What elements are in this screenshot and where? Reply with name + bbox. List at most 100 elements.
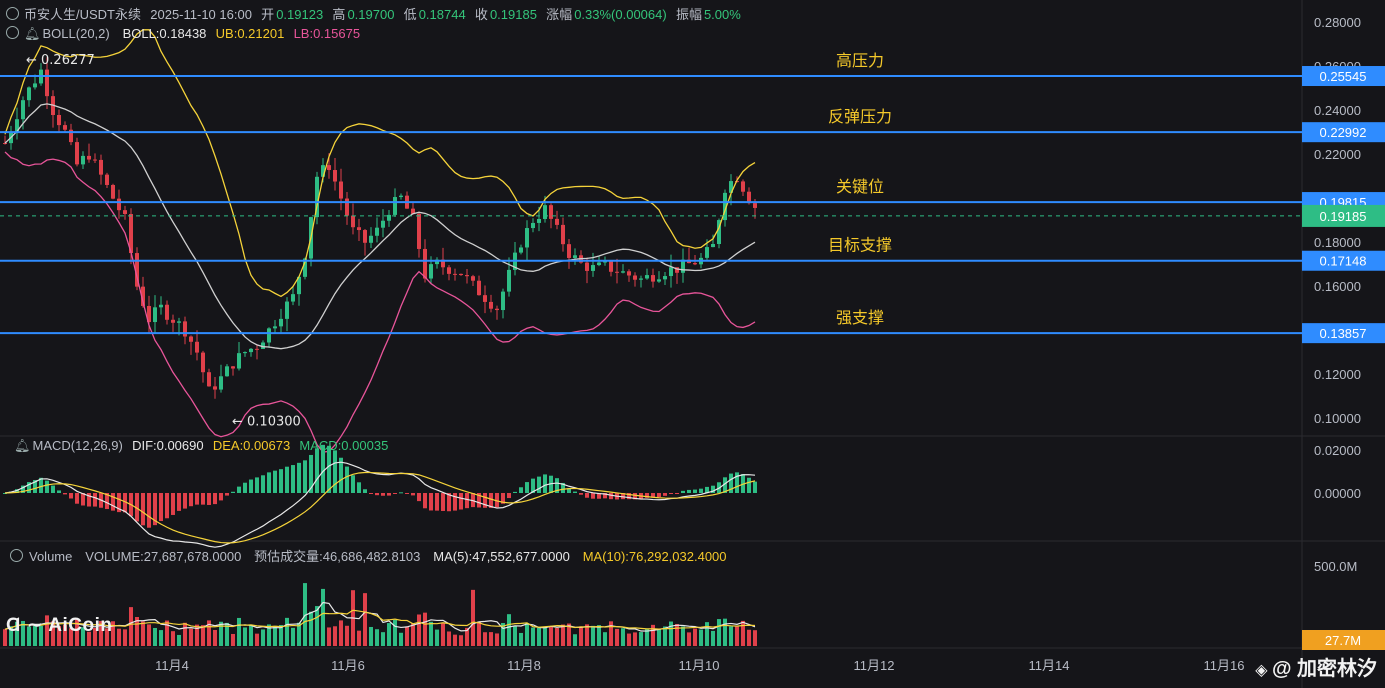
candle-body <box>651 275 655 282</box>
candle-body <box>507 269 511 292</box>
candle-body <box>111 184 115 199</box>
volume-bar <box>639 632 643 646</box>
candle-body <box>501 291 505 311</box>
author-credit: ◈ @ 加密林汐 <box>1255 652 1377 681</box>
high-label: 高 <box>332 7 346 22</box>
collapse-icon[interactable] <box>10 549 23 562</box>
volume-bar <box>411 623 415 646</box>
amp-label: 振幅 <box>675 7 702 22</box>
macd-bar <box>699 488 703 493</box>
volume-bar <box>741 620 745 646</box>
macd-bar <box>267 472 271 493</box>
candle-body <box>711 244 715 248</box>
candle-body <box>117 198 121 211</box>
candle-body <box>195 341 199 353</box>
candle-body <box>483 295 487 302</box>
candle-body <box>753 203 757 208</box>
candle-body <box>369 235 373 243</box>
volume-bar <box>153 627 157 646</box>
candle-body <box>123 210 127 214</box>
volume-bar <box>669 621 673 646</box>
macd-bar <box>687 489 691 493</box>
candle-body <box>393 197 397 215</box>
open-value: 0.19123 <box>276 7 324 22</box>
volume-bar <box>723 618 727 646</box>
level-label: 强支撑 <box>836 308 884 327</box>
volume-bar <box>591 625 595 646</box>
candle-body <box>219 376 223 390</box>
volume-bar <box>693 628 697 646</box>
volume-bar <box>609 621 613 646</box>
level-label: 反弹压力 <box>828 107 892 126</box>
macd-bar <box>609 493 613 500</box>
macd-bar <box>507 493 511 499</box>
time-tick-label: 11月4 <box>155 658 189 673</box>
alert-bell-icon[interactable]: 🔔︎ <box>24 26 41 41</box>
volume-estimate: 预估成交量:46,686,482.8103 <box>254 549 421 564</box>
candle-body <box>477 280 481 296</box>
candle-body <box>531 222 535 229</box>
macd-bar <box>411 493 415 496</box>
macd-bar <box>111 493 115 511</box>
candle-body <box>81 155 85 165</box>
time-tick-label: 11月16 <box>1204 658 1245 673</box>
volume-tick-label: 500.0M <box>1314 559 1357 574</box>
candle-body <box>327 165 331 171</box>
volume-label: Volume <box>29 549 73 564</box>
candle-body <box>417 213 421 249</box>
candle-body <box>399 195 403 198</box>
candle-body <box>225 366 229 377</box>
macd-bar <box>417 493 421 502</box>
candle-body <box>231 366 235 369</box>
alert-bell-icon[interactable]: 🔔︎ <box>14 438 31 453</box>
candle-body <box>21 100 25 120</box>
candle-body <box>339 181 343 199</box>
collapse-icon[interactable] <box>6 26 19 39</box>
aicoin-logo-icon: Ɑ ∼ <box>6 615 49 636</box>
candle-body <box>165 304 169 320</box>
macd-bar <box>189 493 193 507</box>
candle-body <box>645 275 649 279</box>
macd-bar <box>219 493 223 501</box>
candle-body <box>357 227 361 231</box>
candle-body <box>189 336 193 342</box>
candle-body <box>555 218 559 225</box>
volume-bar <box>753 630 757 646</box>
level-price-tag-text: 0.25545 <box>1320 69 1367 84</box>
volume-bar <box>537 627 541 646</box>
chart-background <box>0 0 1385 688</box>
volume-bar <box>159 630 163 646</box>
candle-body <box>171 319 175 323</box>
symbol-title: 币安人生/USDT永续 <box>24 7 142 22</box>
volume-bar <box>543 627 547 646</box>
macd-bar <box>63 493 67 495</box>
time-tick-label: 11月12 <box>854 658 895 673</box>
candle-body <box>255 348 259 350</box>
volume-bar <box>663 626 667 646</box>
candle-body <box>183 321 187 337</box>
candle-body <box>447 267 451 274</box>
volume-bar <box>489 632 493 646</box>
macd-bar <box>537 476 541 493</box>
candle-body <box>273 326 277 329</box>
candle-body <box>663 276 667 280</box>
volume-bar <box>549 625 553 646</box>
candle-body <box>45 69 49 97</box>
macd-bar <box>669 493 673 494</box>
candle-body <box>279 318 283 327</box>
volume-bar <box>597 625 601 646</box>
price-chart[interactable]: 0.280000.260000.240000.220000.200000.180… <box>0 0 1385 688</box>
low-value: 0.18744 <box>418 7 466 22</box>
macd-bar <box>141 493 145 526</box>
macd-bar <box>591 493 595 499</box>
volume-bar <box>423 612 427 646</box>
time-tick-label: 11月8 <box>507 658 541 673</box>
candle-body <box>33 83 37 88</box>
volume-bar <box>321 588 325 646</box>
symbol-icon <box>6 7 19 20</box>
volume-bar <box>417 614 421 646</box>
candle-body <box>213 386 217 390</box>
macd-bar <box>177 493 181 511</box>
candle-body <box>459 273 463 276</box>
volume-bar <box>273 625 277 646</box>
